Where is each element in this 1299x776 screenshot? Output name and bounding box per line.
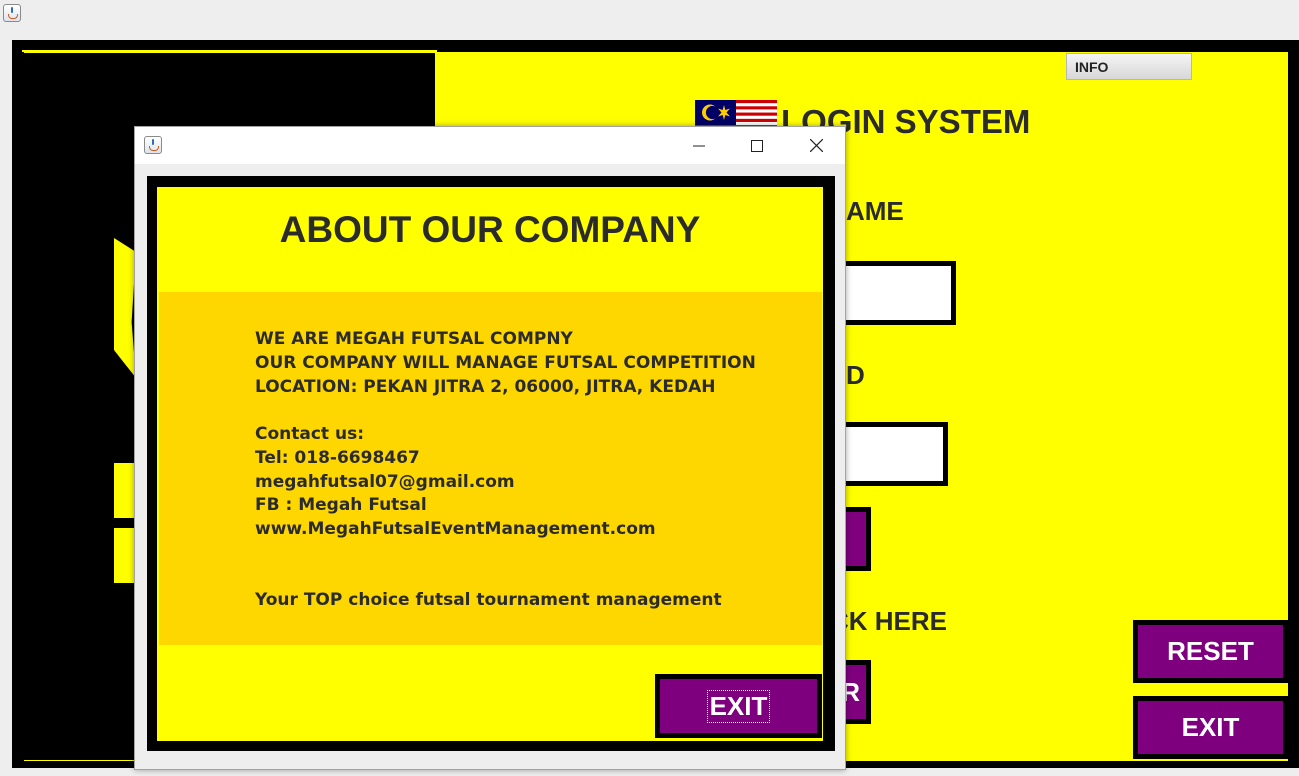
password-label: D — [846, 360, 865, 390]
about-tagline: Your TOP choice futsal tournament manage… — [255, 590, 722, 610]
contact-facebook: FB : Megah Futsal — [255, 495, 427, 515]
info-button[interactable]: INFO — [1066, 53, 1192, 80]
dialog-titlebar[interactable] — [135, 127, 845, 164]
contact-phone: Tel: 018-6698467 — [255, 448, 420, 468]
contact-email: megahfutsal07@gmail.com — [255, 472, 515, 492]
maximize-icon[interactable] — [734, 127, 780, 164]
about-line-location: LOCATION: PEKAN JITRA 2, 06000, JITRA, K… — [255, 377, 716, 397]
about-info-panel: WE ARE MEGAH FUTSAL COMPNY OUR COMPANY W… — [159, 292, 822, 645]
java-app-icon — [3, 4, 21, 22]
about-heading: ABOUT OUR COMPANY — [279, 209, 701, 250]
minimize-icon[interactable] — [676, 127, 722, 164]
about-line-purpose: OUR COMPANY WILL MANAGE FUTSAL COMPETITI… — [255, 353, 756, 373]
logo-letter-h — [114, 463, 136, 518]
reset-button-label: RESET — [1167, 636, 1254, 666]
dialog-exit-button-label: EXIT — [706, 689, 771, 723]
main-exit-button-label: EXIT — [1181, 712, 1240, 742]
close-icon[interactable] — [793, 127, 839, 164]
contact-heading: Contact us: — [255, 424, 364, 444]
about-line-intro: WE ARE MEGAH FUTSAL COMPNY — [255, 329, 573, 349]
logo-panel-edge — [22, 50, 437, 52]
about-dialog: ABOUT OUR COMPANY WE ARE MEGAH FUTSAL CO… — [134, 126, 846, 770]
logo-letter-m — [114, 528, 136, 583]
main-exit-button[interactable]: EXIT — [1133, 696, 1288, 759]
dialog-exit-button[interactable]: EXIT — [655, 674, 822, 738]
register-prompt: CK HERE — [830, 606, 948, 636]
java-app-icon — [144, 136, 162, 154]
reset-button[interactable]: RESET — [1133, 620, 1288, 683]
logo-graphic — [114, 238, 136, 378]
username-label: AME — [846, 196, 904, 226]
contact-website: www.MegahFutsalEventManagement.com — [255, 519, 656, 539]
